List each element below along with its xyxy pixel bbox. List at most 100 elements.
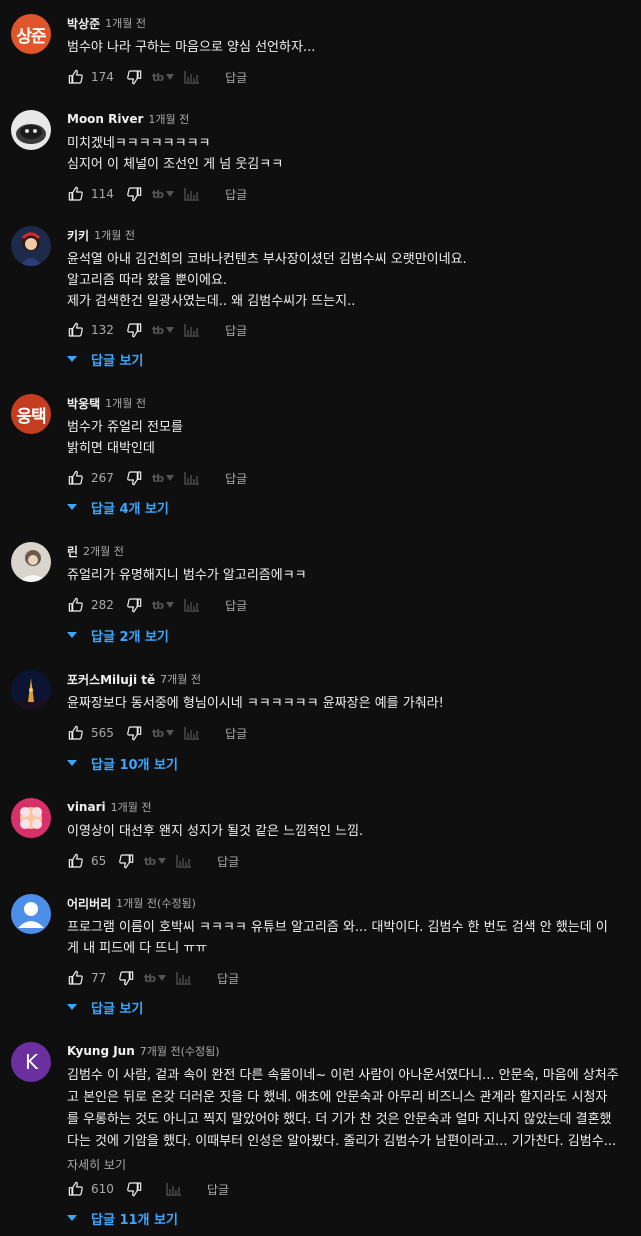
tb-dropdown[interactable]: tb: [144, 855, 167, 868]
comment-actions: 565 tb 답글: [67, 721, 247, 745]
reply-button[interactable]: 답글: [225, 470, 247, 487]
thumb-down-icon[interactable]: [125, 321, 143, 339]
bar-chart-icon[interactable]: [175, 852, 193, 870]
comment-time[interactable]: 2개월 전: [83, 543, 124, 559]
bar-chart-icon[interactable]: [175, 969, 193, 987]
thumb-up-icon[interactable]: [67, 969, 85, 987]
read-more-link[interactable]: 자세히 보기: [67, 1156, 621, 1174]
bar-chart-icon[interactable]: [165, 1180, 183, 1198]
comment-author[interactable]: Moon River: [67, 112, 143, 126]
comment-author[interactable]: 키키: [67, 227, 89, 244]
caret-down-icon: [166, 475, 175, 481]
tb-icon: tb: [152, 471, 164, 485]
comment-author[interactable]: 린: [67, 543, 78, 560]
bar-chart-icon[interactable]: [183, 321, 201, 339]
avatar-initials: 웅택: [16, 406, 46, 427]
thumb-down-icon[interactable]: [125, 469, 143, 487]
reply-button[interactable]: 답글: [225, 186, 247, 203]
avatar[interactable]: [11, 798, 51, 838]
like-count: 282: [91, 598, 114, 612]
thumb-down-icon[interactable]: [125, 724, 143, 742]
thumb-down-icon[interactable]: [117, 852, 135, 870]
comment-text: 이영상이 대선후 왠지 성지가 될것 같은 느낌적인 느낌.: [67, 824, 364, 839]
tb-dropdown[interactable]: tb: [152, 726, 175, 740]
user-silhouette-icon: [18, 902, 44, 928]
tb-dropdown[interactable]: tb: [152, 471, 175, 485]
thumb-down-icon[interactable]: [125, 1180, 143, 1198]
comment-time[interactable]: 7개월 전(수정됨): [140, 1043, 220, 1059]
avatar[interactable]: [11, 670, 51, 710]
reply-button[interactable]: 답글: [225, 322, 247, 339]
thumb-up-icon[interactable]: [67, 68, 85, 86]
thumb-up-icon[interactable]: [67, 852, 85, 870]
comment-text: 쥬얼리가 유명해지니 범수가 알고리즘에ㅋㅋ: [67, 568, 307, 583]
comment-text: 범수야 나라 구하는 마음으로 양심 선언하자...: [67, 40, 316, 55]
comment-time[interactable]: 1개월 전(수정됨): [116, 895, 196, 911]
comment-time[interactable]: 7개월 전: [160, 671, 201, 687]
thumb-up-icon[interactable]: [67, 185, 85, 203]
comment-actions: 114 tb 답글: [67, 182, 247, 206]
comment-author[interactable]: Kyung Jun: [67, 1044, 135, 1058]
thumb-down-icon[interactable]: [125, 185, 143, 203]
view-replies-button[interactable]: 답글 10개 보기: [67, 751, 178, 775]
caret-down-icon: [67, 356, 77, 362]
comment-time[interactable]: 1개월 전: [105, 395, 146, 411]
comment-time[interactable]: 1개월 전: [94, 227, 135, 243]
bar-chart-icon[interactable]: [183, 68, 201, 86]
thumb-down-icon[interactable]: [125, 596, 143, 614]
reply-button[interactable]: 답글: [207, 1181, 229, 1198]
tb-dropdown[interactable]: tb: [152, 188, 175, 201]
caret-down-icon: [67, 760, 77, 766]
reply-button[interactable]: 답글: [217, 970, 239, 987]
comment-author[interactable]: 어리버리: [67, 895, 111, 912]
avatar[interactable]: [11, 110, 51, 150]
avatar[interactable]: K: [11, 1042, 51, 1082]
view-replies-button[interactable]: 답글 2개 보기: [67, 623, 169, 647]
view-replies-button[interactable]: 답글 보기: [67, 347, 143, 371]
tb-icon: tb: [152, 726, 164, 740]
reply-button[interactable]: 답글: [225, 597, 247, 614]
thumb-down-icon[interactable]: [125, 68, 143, 86]
caret-down-icon: [67, 632, 77, 638]
avatar[interactable]: 상준: [11, 14, 51, 54]
tb-dropdown[interactable]: tb: [152, 324, 175, 337]
avatar[interactable]: [11, 542, 51, 582]
view-replies-button[interactable]: 답글 4개 보기: [67, 495, 169, 519]
avatar-initials: 상준: [16, 26, 46, 47]
comment-author[interactable]: 포커스Miluji tě: [67, 671, 155, 688]
tb-dropdown[interactable]: tb: [144, 972, 167, 985]
bar-chart-icon[interactable]: [183, 724, 201, 742]
comment-author[interactable]: vinari: [67, 800, 106, 814]
thumb-up-icon[interactable]: [67, 724, 85, 742]
comment-time[interactable]: 1개월 전: [105, 15, 146, 31]
view-replies-button[interactable]: 답글 11개 보기: [67, 1206, 178, 1230]
comment-time[interactable]: 1개월 전: [148, 111, 189, 127]
reply-button[interactable]: 답글: [225, 69, 247, 86]
avatar-initials: K: [24, 1050, 38, 1074]
bar-chart-icon[interactable]: [183, 596, 201, 614]
bar-chart-icon[interactable]: [183, 185, 201, 203]
tb-dropdown[interactable]: tb: [152, 599, 175, 612]
thumb-up-icon[interactable]: [67, 469, 85, 487]
like-count: 565: [91, 726, 114, 740]
avatar[interactable]: [11, 226, 51, 266]
reply-button[interactable]: 답글: [225, 725, 247, 742]
thumb-up-icon[interactable]: [67, 596, 85, 614]
comment-time[interactable]: 1개월 전: [111, 799, 152, 815]
view-replies-button[interactable]: 답글 보기: [67, 995, 143, 1019]
thumb-down-icon[interactable]: [117, 969, 135, 987]
like-count: 267: [91, 471, 114, 485]
like-count: 77: [91, 971, 107, 985]
tb-dropdown[interactable]: tb: [152, 71, 175, 84]
comment-text: 김범수 이 사람, 겉과 속이 완전 다른 속물이네~ 이런 사람이 아나운서였…: [67, 1068, 619, 1149]
thumb-up-icon[interactable]: [67, 1180, 85, 1198]
reply-button[interactable]: 답글: [217, 853, 239, 870]
comment-text: 윤짜장보다 동서중에 형님이시네 ㅋㅋㅋㅋㅋㅋ 윤짜장은 예를 가춰라!: [67, 696, 444, 711]
comment-author[interactable]: 박상준: [67, 15, 100, 32]
bar-chart-icon[interactable]: [183, 469, 201, 487]
avatar[interactable]: [11, 894, 51, 934]
thumb-up-icon[interactable]: [67, 321, 85, 339]
comment-author[interactable]: 박웅택: [67, 395, 100, 412]
avatar[interactable]: 웅택: [11, 394, 51, 434]
comment-actions: 282 tb 답글: [67, 593, 247, 617]
